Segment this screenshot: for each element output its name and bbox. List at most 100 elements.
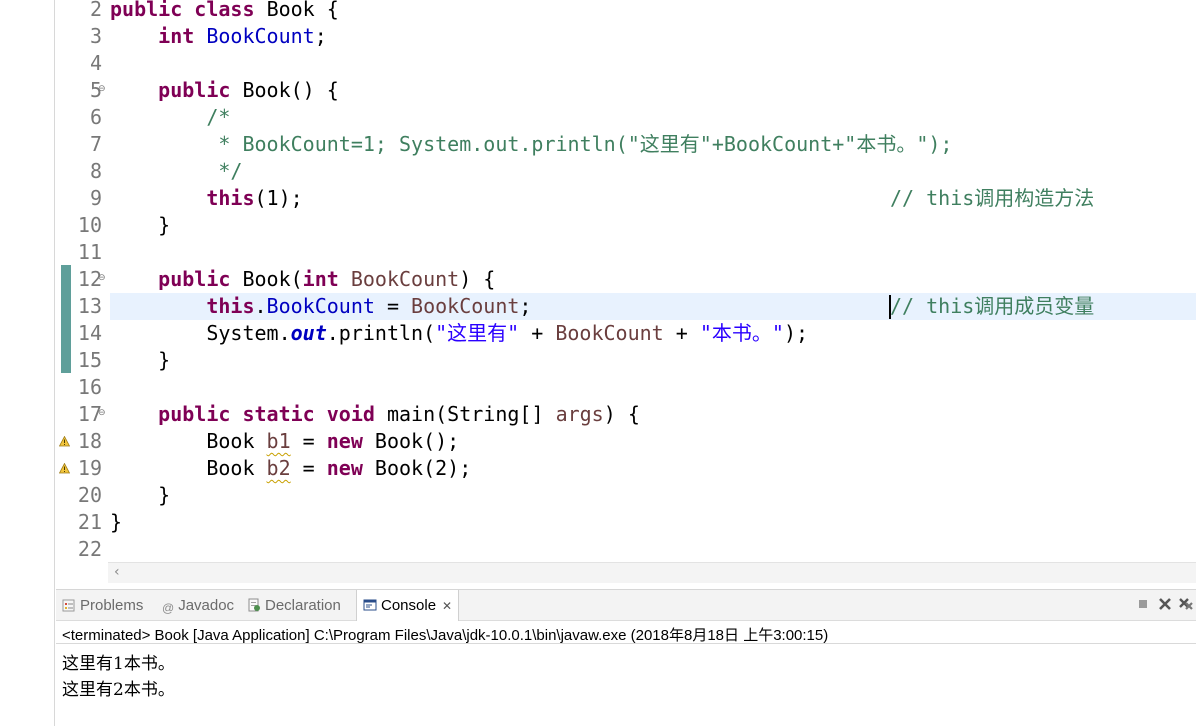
code-line[interactable]: 5 ⊖ public Book() { — [56, 77, 1196, 104]
code-line[interactable]: 21 } — [56, 509, 1196, 536]
brace: ) { — [603, 402, 640, 426]
line-code[interactable]: this.BookCount = BookCount; — [110, 293, 531, 320]
code-line[interactable]: 12 ⊖ public Book(int BookCount) { — [56, 266, 1196, 293]
code-line[interactable]: 20 } — [56, 482, 1196, 509]
keyword: public — [110, 0, 183, 21]
code-line[interactable]: 9 this(1); // this调用构造方法 — [56, 185, 1196, 212]
line-number: 20 — [77, 483, 102, 507]
console-panel[interactable]: Problems @Javadoc Declaration Console ✕ — [56, 589, 1196, 727]
keyword: static — [242, 402, 315, 426]
tab-label: Problems — [80, 597, 144, 614]
line-code[interactable]: /* — [110, 104, 230, 131]
line-code[interactable]: public Book() { — [110, 77, 339, 104]
line-number: 15 — [77, 348, 102, 372]
workbench-divider — [54, 0, 55, 726]
close-paren: ); — [783, 321, 809, 345]
line-code[interactable]: } — [110, 509, 122, 536]
line-code[interactable]: System.out.println("这里有" + BookCount + "… — [110, 320, 808, 347]
horizontal-scrollbar[interactable]: ‹ — [108, 562, 1196, 583]
dot: . — [254, 294, 267, 318]
code-line[interactable]: 14 System.out.println("这里有" + BookCount … — [56, 320, 1196, 347]
keyword: public — [158, 267, 231, 291]
keyword: int — [158, 24, 195, 48]
class-name: Book — [206, 456, 255, 480]
java-editor[interactable]: 2 public class Book { 3 int BookCount; 4… — [56, 0, 1196, 584]
code-line[interactable]: 15 } — [56, 347, 1196, 374]
line-number: 19 — [77, 456, 102, 480]
line-code[interactable]: public class Book { — [110, 0, 339, 23]
line-number: 2 — [89, 0, 102, 21]
line-code[interactable]: public static void main(String[] args) { — [110, 401, 640, 428]
code-line[interactable]: 10 } — [56, 212, 1196, 239]
line-number: 4 — [89, 51, 102, 75]
line-code[interactable]: this(1); — [110, 185, 302, 212]
scroll-left-icon[interactable]: ‹ — [114, 564, 120, 580]
code-line[interactable]: 6 /* — [56, 104, 1196, 131]
line-code[interactable]: public Book(int BookCount) { — [110, 266, 495, 293]
line-code[interactable]: int BookCount; — [110, 23, 327, 50]
keyword: new — [326, 456, 363, 480]
semicolon: ; — [519, 294, 532, 318]
line-code[interactable]: * BookCount=1; System.out.println("这里有"+… — [110, 131, 952, 158]
brace: { — [314, 0, 339, 21]
console-output-line: 这里有1本书。 — [62, 654, 175, 674]
collapse-icon[interactable]: ⊖ — [98, 273, 106, 283]
comment: * BookCount=1; System.out.println("这里有"+… — [206, 132, 953, 156]
declaration-icon — [248, 598, 260, 612]
close-icon[interactable]: ✕ — [442, 599, 452, 613]
line-number: 10 — [77, 213, 102, 237]
code-line[interactable]: 17 ⊖ public static void main(String[] ar… — [56, 401, 1196, 428]
line-code[interactable]: } — [110, 347, 170, 374]
code-line[interactable]: 7 * BookCount=1; System.out.println("这里有… — [56, 131, 1196, 158]
code-line[interactable]: 8 */ — [56, 158, 1196, 185]
line-code[interactable]: */ — [110, 158, 242, 185]
operator: + — [663, 321, 700, 345]
code-line[interactable]: 18 Book b1 = new Book(); — [56, 428, 1196, 455]
remove-launch-icon[interactable] — [1157, 596, 1173, 612]
javadoc-icon: @ — [162, 601, 175, 615]
parameter-name: args — [555, 402, 604, 426]
line-number: 9 — [89, 186, 102, 210]
constructor-name: Book( — [230, 267, 303, 291]
tab-javadoc[interactable]: @ Javadoc — [162, 590, 234, 620]
divider — [56, 643, 1196, 644]
keyword: new — [326, 429, 363, 453]
dot: . — [278, 321, 291, 345]
code-line-current[interactable]: 13 this.BookCount = BookCount; // this调用… — [56, 293, 1196, 320]
code-line[interactable]: 11 — [56, 239, 1196, 266]
keyword: this — [206, 294, 255, 318]
stop-icon[interactable] — [1135, 596, 1151, 612]
line-number: 22 — [77, 537, 102, 561]
console-icon — [363, 599, 377, 611]
collapse-icon[interactable]: ⊖ — [98, 408, 106, 418]
line-number: 8 — [89, 159, 102, 183]
tab-label: Console — [381, 597, 437, 614]
line-code[interactable]: } — [110, 482, 170, 509]
line-code[interactable]: } — [110, 212, 170, 239]
tab-console[interactable]: Console ✕ — [356, 590, 460, 621]
code-line[interactable]: 4 — [56, 50, 1196, 77]
collapse-icon[interactable]: ⊖ — [98, 84, 106, 94]
keyword: class — [194, 0, 255, 21]
code-line[interactable]: 16 — [56, 374, 1196, 401]
line-number: 18 — [77, 429, 102, 453]
line-code[interactable]: Book b1 = new Book(); — [110, 428, 459, 455]
tab-problems[interactable]: Problems — [62, 590, 143, 620]
code-line[interactable]: 19 Book b2 = new Book(2); — [56, 455, 1196, 482]
tab-declaration[interactable]: Declaration — [247, 590, 341, 620]
code-line[interactable]: 22 — [56, 536, 1196, 563]
code-line[interactable]: 2 public class Book { — [56, 0, 1196, 23]
string-literal: "这里有" — [435, 321, 520, 345]
brace: ) { — [459, 267, 496, 291]
line-number: 7 — [89, 132, 102, 156]
line-number: 13 — [77, 294, 102, 318]
panel-tabbar: Problems @ Javadoc Declaration Console ✕ — [56, 590, 1196, 621]
code-line[interactable]: 3 int BookCount; — [56, 23, 1196, 50]
remove-all-icon[interactable] — [1178, 596, 1194, 612]
keyword: void — [326, 402, 375, 426]
brace: } — [158, 483, 171, 507]
code-area[interactable]: 2 public class Book { 3 int BookCount; 4… — [56, 0, 1196, 562]
field-name: BookCount — [266, 294, 375, 318]
line-code[interactable]: Book b2 = new Book(2); — [110, 455, 471, 482]
